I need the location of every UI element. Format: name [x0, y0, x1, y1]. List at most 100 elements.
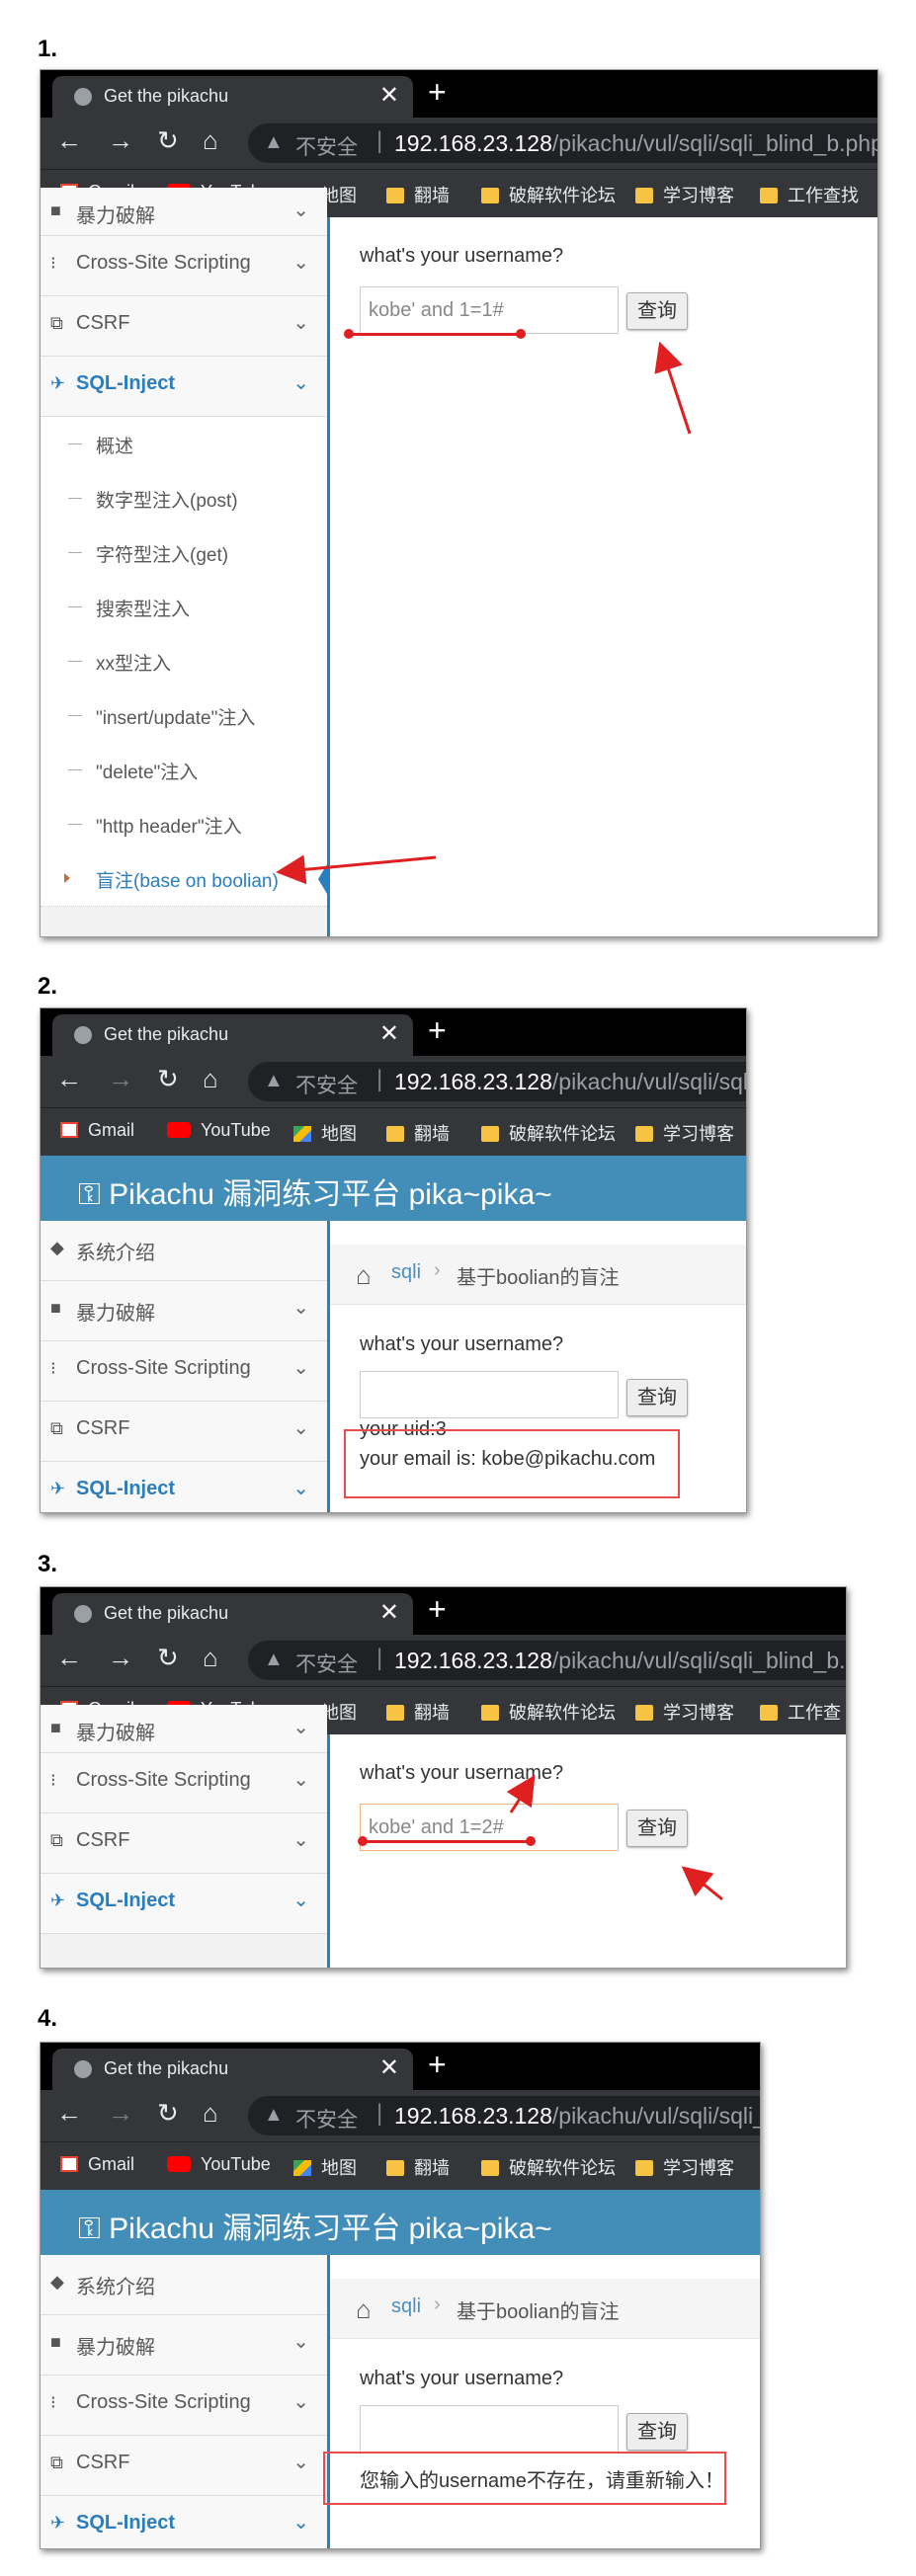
sidebar-item-sqli[interactable]: ✈ SQL-Inject ⌄ [41, 1462, 327, 1512]
reload-icon[interactable]: ↻ [157, 1064, 179, 1094]
sidebar-item-csrf[interactable]: ⧉ CSRF ⌄ [41, 2436, 327, 2496]
query-button[interactable]: 查询 [626, 1379, 688, 1416]
sidebar-item-intro[interactable]: ◆ 系统介绍 [41, 1221, 327, 1281]
close-tab-icon[interactable]: ✕ [379, 81, 399, 110]
submenu-item[interactable]: xx型注入 [41, 634, 327, 689]
home-icon[interactable]: ⌂ [203, 2098, 218, 2129]
forward-icon[interactable]: → [108, 1643, 133, 1673]
breadcrumb-link[interactable]: sqli [391, 1261, 421, 1284]
home-icon[interactable]: ⌂ [203, 125, 218, 156]
sidebar-item-xss[interactable]: ⁝ Cross-Site Scripting ⌄ [41, 236, 327, 296]
bookmark-map[interactable]: 地图 [293, 2154, 357, 2180]
bookmark-youtube[interactable]: YouTube [167, 2154, 271, 2175]
bookmark-vpn[interactable]: 翻墙 [386, 1699, 450, 1725]
close-tab-icon[interactable]: ✕ [379, 1598, 399, 1627]
sidebar-item-xss[interactable]: ⁝ Cross-Site Scripting ⌄ [41, 2375, 327, 2436]
address-bar[interactable]: ▲ 不安全 | 192.168.23.128/pikachu/vul/sqli/… [248, 1641, 846, 1680]
bookmark-icon [635, 188, 653, 203]
new-tab-icon[interactable]: + [428, 1591, 447, 1628]
bookmark-vpn[interactable]: 翻墙 [386, 182, 450, 207]
sidebar-item-sqli[interactable]: ✈ SQL-Inject ⌄ [41, 2496, 327, 2548]
submenu-item[interactable]: 搜索型注入 [41, 580, 327, 635]
bookmark-study-blog[interactable]: 学习博客 [635, 1120, 734, 1146]
query-button[interactable]: 查询 [626, 292, 688, 330]
site-title[interactable]: ⚿ Pikachu 漏洞练习平台 pika~pika~ [78, 1169, 552, 1213]
bookmark-study-blog[interactable]: 学习博客 [635, 182, 734, 207]
submenu-item[interactable]: "http header"注入 [41, 797, 327, 852]
browser-tab[interactable]: Get the pikachu ✕ [52, 76, 413, 118]
bookmark-study-blog[interactable]: 学习博客 [635, 2154, 734, 2180]
browser-tab[interactable]: Get the pikachu ✕ [52, 1014, 413, 1056]
reload-icon[interactable]: ↻ [157, 2098, 179, 2129]
reload-icon[interactable]: ↻ [157, 125, 179, 156]
bookmark-vpn[interactable]: 翻墙 [386, 2154, 450, 2180]
new-tab-icon[interactable]: + [428, 2047, 447, 2083]
home-icon[interactable]: ⌂ [356, 2294, 372, 2325]
sidebar-item-brute[interactable]: ■ 暴力破解 ⌄ [41, 1705, 327, 1753]
username-input[interactable] [360, 286, 619, 334]
submenu-item[interactable]: "delete"注入 [41, 743, 327, 798]
address-bar[interactable]: ▲ 不安全 | 192.168.23.128/pikachu/vul/sqli/… [248, 2096, 760, 2135]
close-tab-icon[interactable]: ✕ [379, 2053, 399, 2082]
bookmark-crack-forum[interactable]: 破解软件论坛 [481, 1699, 616, 1725]
submenu-item[interactable]: 概述 [41, 417, 327, 472]
reload-icon[interactable]: ↻ [157, 1643, 179, 1673]
submenu-item[interactable]: 数字型注入(post) [41, 471, 327, 526]
browser-tab[interactable]: Get the pikachu ✕ [52, 2049, 413, 2090]
bookmark-crack-forum[interactable]: 破解软件论坛 [481, 2154, 616, 2180]
back-icon[interactable]: ← [56, 1064, 82, 1094]
home-icon[interactable]: ⌂ [203, 1643, 218, 1673]
sidebar-item-csrf[interactable]: ⧉ CSRF ⌄ [41, 1402, 327, 1462]
sidebar-item-xss[interactable]: ⁝ Cross-Site Scripting ⌄ [41, 1341, 327, 1402]
close-tab-icon[interactable]: ✕ [379, 1019, 399, 1048]
browser-tab[interactable]: Get the pikachu ✕ [52, 1593, 413, 1635]
bookmark-job-search[interactable]: 工作查找 [760, 182, 859, 207]
bookmark-map[interactable]: 地图 [293, 1120, 357, 1146]
query-button[interactable]: 查询 [626, 1810, 688, 1847]
submenu-item[interactable]: 字符型注入(get) [41, 525, 327, 581]
back-icon[interactable]: ← [56, 2098, 82, 2129]
bookmark-youtube[interactable]: YouTube [167, 1120, 271, 1141]
chevron-down-icon: ⌄ [292, 372, 309, 394]
back-icon[interactable]: ← [56, 1643, 82, 1673]
home-icon[interactable]: ⌂ [203, 1064, 218, 1094]
submenu-item-blind-boolean[interactable]: 盲注(base on boolian) [41, 851, 330, 907]
forward-icon[interactable]: → [108, 2098, 133, 2129]
key-icon: ⚿ [78, 1178, 110, 1211]
username-input[interactable] [360, 1804, 619, 1851]
submenu-item[interactable]: "insert/update"注入 [41, 688, 327, 744]
username-input[interactable] [360, 2405, 619, 2453]
home-icon[interactable]: ⌂ [356, 1260, 372, 1291]
sidebar-item-intro[interactable]: ◆ 系统介绍 [41, 2255, 327, 2315]
sidebar-item-csrf[interactable]: ⧉ CSRF ⌄ [41, 296, 327, 357]
site-title[interactable]: ⚿ Pikachu 漏洞练习平台 pika~pika~ [78, 2204, 552, 2247]
sidebar-item-brute[interactable]: ■ 暴力破解 ⌄ [41, 2315, 327, 2375]
sidebar-item-xss[interactable]: ⁝ Cross-Site Scripting ⌄ [41, 1753, 327, 1813]
screenshot-1: Get the pikachu ✕ + ← → ↻ ⌂ ▲ 不安全 | 192.… [40, 69, 878, 937]
sidebar-item-csrf[interactable]: ⧉ CSRF ⌄ [41, 1813, 327, 1874]
query-button[interactable]: 查询 [626, 2413, 688, 2451]
back-icon[interactable]: ← [56, 125, 82, 156]
address-bar[interactable]: ▲ 不安全 | 192.168.23.128/pikachu/vul/sqli/… [248, 123, 877, 163]
bookmark-gmail[interactable]: Gmail [60, 1120, 134, 1141]
bookmark-study-blog[interactable]: 学习博客 [635, 1699, 734, 1725]
new-tab-icon[interactable]: + [428, 1012, 447, 1049]
forward-icon[interactable]: → [108, 1064, 133, 1094]
sidebar-item-sqli[interactable]: ✈ SQL-Inject ⌄ [41, 1874, 327, 1934]
address-bar[interactable]: ▲ 不安全 | 192.168.23.128/pikachu/vul/sqli/… [248, 1062, 746, 1101]
bookmark-job-search[interactable]: 工作查 [760, 1699, 841, 1725]
globe-icon [74, 1026, 92, 1044]
sidebar-item-brute[interactable]: ■ 暴力破解 ⌄ [41, 1281, 327, 1341]
annotation-box [344, 1429, 680, 1498]
bookmark-crack-forum[interactable]: 破解软件论坛 [481, 1120, 616, 1146]
forward-icon[interactable]: → [108, 125, 133, 156]
bookmark-gmail[interactable]: Gmail [60, 2154, 134, 2175]
bookmark-icon [481, 2160, 499, 2176]
bookmark-crack-forum[interactable]: 破解软件论坛 [481, 182, 616, 207]
breadcrumb-link[interactable]: sqli [391, 2295, 421, 2318]
sidebar-item-brute[interactable]: ■ 暴力破解 ⌄ [41, 188, 327, 236]
sidebar-item-sqli[interactable]: ✈ SQL-Inject ⌄ [41, 357, 327, 417]
username-input[interactable] [360, 1371, 619, 1418]
new-tab-icon[interactable]: + [428, 74, 447, 111]
bookmark-vpn[interactable]: 翻墙 [386, 1120, 450, 1146]
